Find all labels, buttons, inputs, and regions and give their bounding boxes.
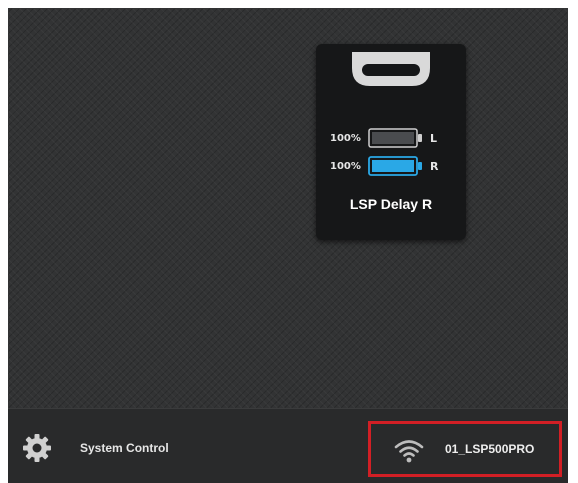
gear-icon[interactable] bbox=[22, 433, 52, 463]
speaker-handle-icon bbox=[352, 52, 430, 86]
bottom-bar: System Control 01_LSP500PRO bbox=[8, 408, 568, 483]
system-control-label[interactable]: System Control bbox=[80, 441, 169, 455]
device-card-lsp-delay-r[interactable]: 100% L 100% R LSP Delay R bbox=[316, 44, 466, 240]
device-name: LSP Delay R bbox=[349, 196, 433, 212]
battery-row-right: 100% R bbox=[330, 156, 460, 176]
battery-percent-left: 100% bbox=[330, 132, 361, 144]
network-name: 01_LSP500PRO bbox=[445, 442, 535, 456]
device-canvas: 100% L 100% R LSP Delay R bbox=[8, 8, 568, 408]
battery-side-label-right: R bbox=[430, 159, 439, 173]
wifi-icon bbox=[394, 440, 424, 463]
battery-row-left: 100% L bbox=[330, 128, 460, 148]
battery-side-label-left: L bbox=[430, 131, 438, 145]
battery-icon-left bbox=[368, 128, 422, 148]
battery-icon-right bbox=[368, 156, 422, 176]
network-status-button[interactable]: 01_LSP500PRO bbox=[368, 421, 562, 477]
battery-percent-right: 100% bbox=[330, 160, 361, 172]
app-frame: 100% L 100% R LSP Delay R System Control… bbox=[8, 8, 568, 483]
